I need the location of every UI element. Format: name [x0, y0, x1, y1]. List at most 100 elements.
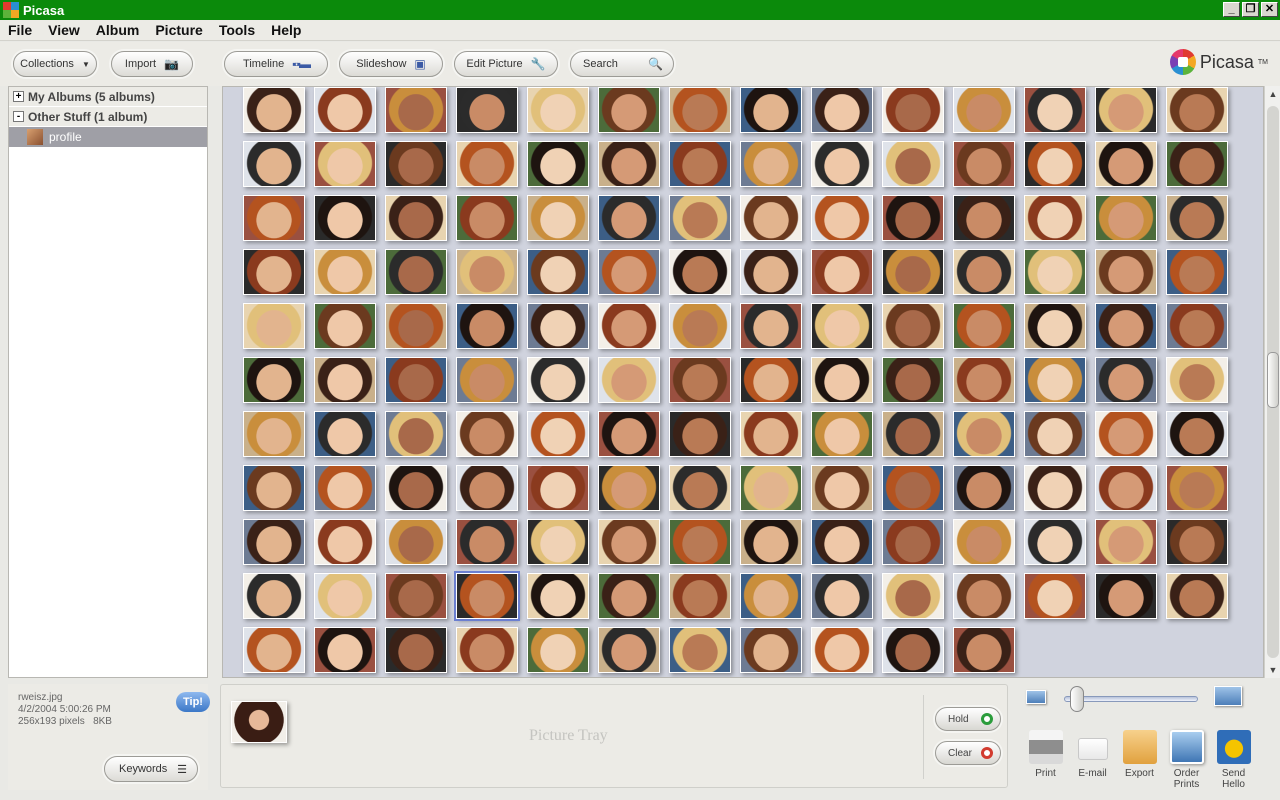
timeline-button[interactable]: Timeline ▪▫▪▬: [224, 51, 328, 77]
photo-thumbnail[interactable]: [669, 141, 731, 187]
photo-thumbnail[interactable]: [882, 465, 944, 511]
restore-button[interactable]: ❐: [1242, 2, 1259, 17]
photo-thumbnail[interactable]: [314, 573, 376, 619]
photo-thumbnail[interactable]: [454, 571, 520, 621]
photo-thumbnail[interactable]: [740, 465, 802, 511]
photo-thumbnail[interactable]: [243, 303, 305, 349]
photo-thumbnail[interactable]: [1024, 249, 1086, 295]
photo-thumbnail[interactable]: [740, 519, 802, 565]
photo-thumbnail[interactable]: [882, 303, 944, 349]
photo-thumbnail[interactable]: [811, 249, 873, 295]
collapse-icon[interactable]: -: [13, 111, 24, 122]
photo-thumbnail[interactable]: [598, 249, 660, 295]
photo-thumbnail[interactable]: [385, 303, 447, 349]
photo-thumbnail[interactable]: [953, 249, 1015, 295]
photo-thumbnail[interactable]: [1024, 141, 1086, 187]
photo-thumbnail[interactable]: [882, 141, 944, 187]
photo-thumbnail[interactable]: [669, 573, 731, 619]
photo-thumbnail[interactable]: [456, 195, 518, 241]
photo-thumbnail[interactable]: [527, 303, 589, 349]
photo-thumbnail[interactable]: [882, 627, 944, 673]
photo-thumbnail[interactable]: [527, 519, 589, 565]
photo-thumbnail[interactable]: [669, 519, 731, 565]
photo-thumbnail[interactable]: [598, 141, 660, 187]
expand-icon[interactable]: +: [13, 91, 24, 102]
photo-thumbnail[interactable]: [456, 519, 518, 565]
photo-thumbnail[interactable]: [385, 195, 447, 241]
photo-thumbnail[interactable]: [243, 249, 305, 295]
photo-thumbnail[interactable]: [527, 87, 589, 133]
photo-thumbnail[interactable]: [527, 249, 589, 295]
photo-thumbnail[interactable]: [385, 87, 447, 133]
photo-thumbnail[interactable]: [1095, 411, 1157, 457]
photo-thumbnail[interactable]: [314, 519, 376, 565]
photo-thumbnail[interactable]: [456, 141, 518, 187]
photo-thumbnail[interactable]: [243, 411, 305, 457]
photo-thumbnail[interactable]: [527, 411, 589, 457]
photo-thumbnail[interactable]: [669, 627, 731, 673]
photo-thumbnail[interactable]: [243, 627, 305, 673]
photo-thumbnail[interactable]: [598, 357, 660, 403]
photo-thumbnail[interactable]: [314, 195, 376, 241]
photo-thumbnail[interactable]: [953, 465, 1015, 511]
photo-thumbnail[interactable]: [385, 627, 447, 673]
photo-thumbnail[interactable]: [882, 195, 944, 241]
photo-thumbnail[interactable]: [243, 195, 305, 241]
photo-thumbnail[interactable]: [1166, 249, 1228, 295]
photo-thumbnail[interactable]: [527, 141, 589, 187]
photo-thumbnail[interactable]: [1024, 573, 1086, 619]
photo-thumbnail[interactable]: [243, 519, 305, 565]
photo-thumbnail[interactable]: [598, 195, 660, 241]
photo-thumbnail[interactable]: [953, 303, 1015, 349]
album-profile[interactable]: profile: [9, 127, 207, 147]
photo-thumbnail[interactable]: [456, 357, 518, 403]
photo-thumbnail[interactable]: [527, 627, 589, 673]
photo-thumbnail[interactable]: [1166, 573, 1228, 619]
print-button[interactable]: Print: [1022, 730, 1069, 790]
photo-thumbnail[interactable]: [598, 303, 660, 349]
folder-my-albums[interactable]: + My Albums (5 albums): [9, 87, 207, 107]
photo-thumbnail[interactable]: [882, 411, 944, 457]
photo-thumbnail[interactable]: [740, 87, 802, 133]
photo-thumbnail[interactable]: [314, 411, 376, 457]
photo-thumbnail[interactable]: [243, 87, 305, 133]
photo-thumbnail[interactable]: [314, 465, 376, 511]
photo-thumbnail[interactable]: [740, 195, 802, 241]
export-button[interactable]: Export: [1116, 730, 1163, 790]
photo-thumbnail[interactable]: [953, 141, 1015, 187]
photo-thumbnail[interactable]: [598, 411, 660, 457]
photo-thumbnail[interactable]: [1166, 465, 1228, 511]
photo-thumbnail[interactable]: [953, 519, 1015, 565]
email-button[interactable]: E-mail: [1069, 730, 1116, 790]
photo-thumbnail[interactable]: [1166, 519, 1228, 565]
grid-scrollbar[interactable]: ▲ ▼: [1264, 86, 1280, 678]
menu-view[interactable]: View: [40, 22, 88, 38]
photo-thumbnail[interactable]: [243, 357, 305, 403]
photo-thumbnail[interactable]: [953, 195, 1015, 241]
photo-thumbnail[interactable]: [953, 627, 1015, 673]
photo-thumbnail[interactable]: [1024, 465, 1086, 511]
clear-button[interactable]: Clear: [935, 741, 1001, 765]
search-button[interactable]: Search 🔍: [570, 51, 674, 77]
photo-thumbnail[interactable]: [456, 627, 518, 673]
photo-thumbnail[interactable]: [385, 573, 447, 619]
photo-thumbnail[interactable]: [1095, 249, 1157, 295]
minimize-button[interactable]: _: [1223, 2, 1240, 17]
photo-thumbnail[interactable]: [811, 519, 873, 565]
photo-thumbnail[interactable]: [1166, 357, 1228, 403]
photo-thumbnail[interactable]: [314, 141, 376, 187]
photo-thumbnail[interactable]: [740, 627, 802, 673]
photo-thumbnail[interactable]: [1024, 519, 1086, 565]
photo-thumbnail[interactable]: [1024, 411, 1086, 457]
photo-thumbnail[interactable]: [882, 573, 944, 619]
photo-thumbnail[interactable]: [740, 411, 802, 457]
photo-thumbnail[interactable]: [527, 465, 589, 511]
photo-thumbnail[interactable]: [598, 627, 660, 673]
photo-thumbnail[interactable]: [1024, 195, 1086, 241]
photo-thumbnail[interactable]: [740, 303, 802, 349]
photo-thumbnail[interactable]: [811, 411, 873, 457]
photo-thumbnail[interactable]: [527, 357, 589, 403]
photo-thumbnail[interactable]: [1095, 357, 1157, 403]
photo-thumbnail[interactable]: [882, 519, 944, 565]
photo-thumbnail[interactable]: [811, 141, 873, 187]
